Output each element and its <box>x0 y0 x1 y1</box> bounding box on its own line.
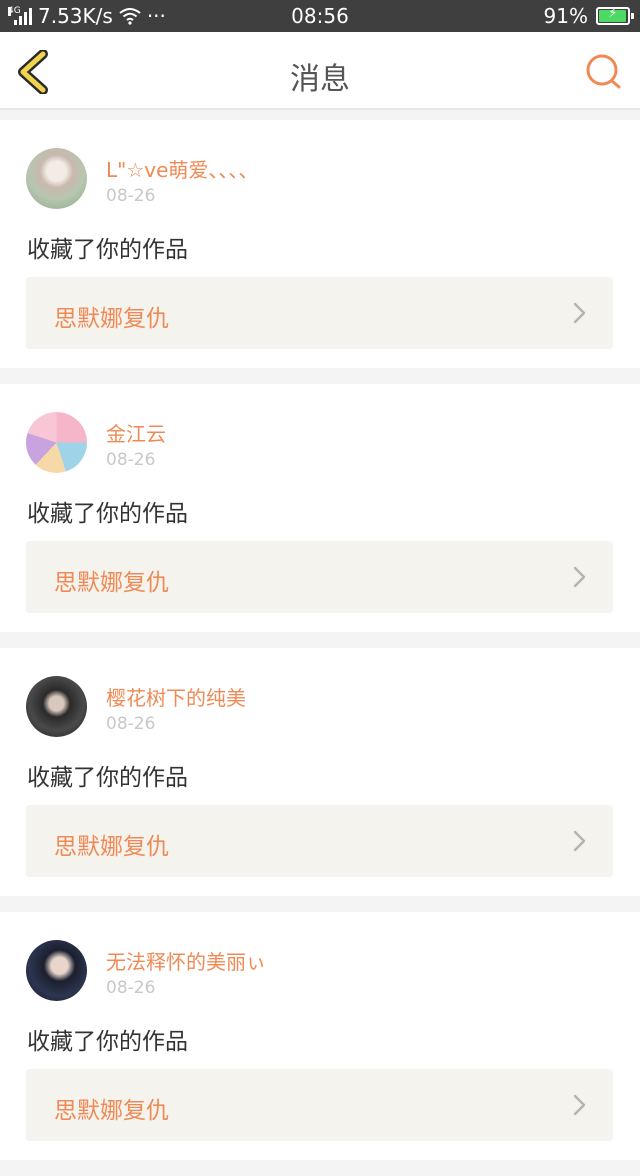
message-card: 无法释怀的美丽ぃ 08-26 收藏了你的作品 思默娜复仇 <box>0 912 640 1160</box>
message-date: 08-26 <box>106 978 156 998</box>
message-card: 樱花树下的纯美 08-26 收藏了你的作品 思默娜复仇 <box>0 648 640 896</box>
status-right: 91% ⚡ <box>543 4 634 28</box>
sender-name[interactable]: 金江云 <box>106 418 166 447</box>
message-action: 收藏了你的作品 <box>27 501 188 527</box>
search-icon[interactable] <box>584 52 624 92</box>
work-title: 思默娜复仇 <box>54 306 169 332</box>
sender-name[interactable]: 樱花树下的纯美 <box>106 682 246 711</box>
avatar[interactable] <box>26 676 87 737</box>
message-action: 收藏了你的作品 <box>27 237 188 263</box>
work-link[interactable]: 思默娜复仇 <box>26 541 613 613</box>
work-link[interactable]: 思默娜复仇 <box>26 277 613 349</box>
chevron-right-icon <box>573 830 586 852</box>
work-link[interactable]: 思默娜复仇 <box>26 805 613 877</box>
work-title: 思默娜复仇 <box>54 1098 169 1124</box>
avatar[interactable] <box>26 940 87 1001</box>
avatar[interactable] <box>26 412 87 473</box>
status-bar: 4G 7.53K/s ··· 08:56 91% ⚡ <box>0 0 640 32</box>
avatar[interactable] <box>26 148 87 209</box>
page-title: 消息 <box>290 62 350 97</box>
message-card: L"☆ve萌爱、、、、 08-26 收藏了你的作品 思默娜复仇 <box>0 120 640 368</box>
work-title: 思默娜复仇 <box>54 834 169 860</box>
work-link[interactable]: 思默娜复仇 <box>26 1069 613 1141</box>
message-action: 收藏了你的作品 <box>27 1029 188 1055</box>
nav-bar: 消息 <box>0 32 640 110</box>
work-title: 思默娜复仇 <box>54 570 169 596</box>
chevron-right-icon <box>573 566 586 588</box>
chevron-right-icon <box>573 1094 586 1116</box>
sender-name[interactable]: 无法释怀的美丽ぃ <box>106 946 266 975</box>
message-list: L"☆ve萌爱、、、、 08-26 收藏了你的作品 思默娜复仇 金江云 08-2… <box>0 120 640 1176</box>
message-date: 08-26 <box>106 450 156 470</box>
battery-percent: 91% <box>543 4 588 28</box>
battery-icon: ⚡ <box>596 6 634 25</box>
chevron-right-icon <box>573 302 586 324</box>
message-card: 金江云 08-26 收藏了你的作品 思默娜复仇 <box>0 384 640 632</box>
message-date: 08-26 <box>106 714 156 734</box>
message-date: 08-26 <box>106 186 156 206</box>
sender-name[interactable]: L"☆ve萌爱、、、、 <box>106 154 258 183</box>
message-action: 收藏了你的作品 <box>27 765 188 791</box>
